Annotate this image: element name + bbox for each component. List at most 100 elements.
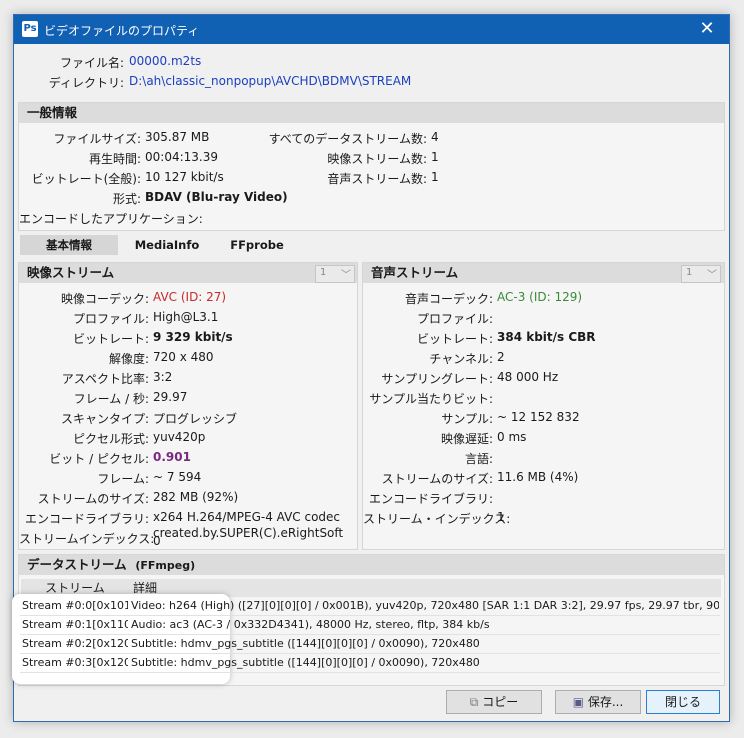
video-row-value: 282 MB (92%)	[153, 490, 239, 504]
audio-row-value: AC-3 (ID: 129)	[497, 290, 583, 304]
video-row-value: 0.901	[153, 450, 191, 464]
window-title: ビデオファイルのプロパティ	[44, 24, 200, 38]
tab-basic-info[interactable]: 基本情報	[20, 235, 118, 255]
save-icon: ▣	[572, 695, 585, 709]
stream-detail-cell: Audio: ac3 (AC-3 / 0x332D4341), 48000 Hz…	[131, 618, 490, 631]
video-row-label: ストリームインデックス:	[19, 532, 155, 546]
video-row-value: プログレッシブ	[153, 412, 238, 426]
info-value: 1	[431, 150, 439, 164]
audio-row-value: 2	[497, 350, 505, 364]
info-value: 00:04:13.39	[145, 150, 218, 164]
audio-row-label: プロファイル:	[416, 312, 493, 326]
info-label: すべてのデータストリーム数:	[268, 132, 427, 146]
section-title: 音声ストリーム	[363, 263, 724, 283]
video-row-value: x264 H.264/MPEG-4 AVC codec	[153, 510, 341, 524]
video-row-label: ピクセル形式:	[72, 432, 149, 446]
copy-button-label: コピー	[482, 695, 519, 709]
video-row-value: AVC (ID: 27)	[153, 290, 227, 304]
info-value: 305.87 MB	[145, 130, 210, 144]
info-label: 再生時間:	[88, 152, 141, 166]
video-row-label: エンコードライブラリ:	[24, 512, 149, 526]
audio-row-value: 0 ms	[497, 430, 527, 444]
directory-label: ディレクトリ:	[48, 76, 124, 90]
chevron-down-icon: ﹀	[707, 270, 717, 281]
video-row-label: ビット / ピクセル:	[49, 452, 149, 466]
filename-label: ファイル名:	[59, 56, 124, 70]
audio-row-value: ~ 12 152 832	[497, 410, 580, 424]
stream-table-row[interactable]: Stream #0:0[0x1011]Video: h264 (High) ([…	[20, 597, 720, 616]
audio-stream-select[interactable]: 1 ﹀	[681, 265, 721, 283]
stream-id-cell: Stream #0:3[0x120...	[22, 656, 128, 669]
info-value: BDAV (Blu-ray Video)	[145, 190, 288, 204]
audio-row-label: ストリームのサイズ:	[381, 472, 493, 486]
video-row-value: High@L3.1	[153, 310, 219, 324]
stream-id-cell: Stream #0:0[0x1011]	[22, 599, 128, 612]
filename-value: 00000.m2ts	[129, 54, 202, 68]
audio-row-label: エンコードライブラリ:	[368, 492, 493, 506]
chevron-down-icon: ﹀	[341, 270, 351, 281]
audio-row-label: サンプル当たりビット:	[369, 392, 493, 406]
video-row-value: yuv420p	[153, 430, 206, 444]
stream-detail-cell: Subtitle: hdmv_pgs_subtitle ([144][0][0]…	[131, 637, 480, 650]
audio-row-value: 11.6 MB (4%)	[497, 470, 579, 484]
stream-table-row[interactable]: Stream #0:2[0x120...Subtitle: hdmv_pgs_s…	[20, 635, 720, 654]
video-row-label: ストリームのサイズ:	[37, 492, 149, 506]
info-label: 映像ストリーム数:	[327, 152, 427, 166]
stream-id-cell: Stream #0:1[0x110...	[22, 618, 128, 631]
video-row-label: アスペクト比率:	[61, 372, 149, 386]
video-row-value: ~ 7 594	[153, 470, 202, 484]
audio-row-value: 48 000 Hz	[497, 370, 559, 384]
section-title: 一般情報	[19, 103, 724, 123]
audio-row-value: 384 kbit/s CBR	[497, 330, 596, 344]
video-row-label: 映像コーデック:	[60, 292, 149, 306]
video-row-label: ビットレート:	[72, 332, 149, 346]
save-button[interactable]: ▣ 保存...	[555, 690, 641, 714]
save-button-label: 保存...	[587, 695, 624, 709]
video-row-label: スキャンタイプ:	[60, 412, 149, 426]
audio-row-label: 映像遅延:	[440, 432, 493, 446]
section-title: 映像ストリーム	[19, 263, 357, 283]
tab-mediainfo[interactable]: MediaInfo	[120, 235, 214, 255]
video-row-value: 29.97	[153, 390, 188, 404]
section-subtitle: (FFmpeg)	[135, 559, 196, 572]
audio-row-label: サンプリングレート:	[381, 372, 493, 386]
info-label: エンコードしたアプリケーション:	[19, 212, 203, 226]
audio-stream-section: 音声ストリーム 1 ﹀ 音声コーデック: AC-3 (ID: 129) プロファイル:…	[362, 262, 725, 550]
audio-row-value: 1	[497, 510, 505, 524]
info-label: 形式:	[112, 192, 141, 206]
info-value: 4	[431, 130, 439, 144]
stream-table-row[interactable]: Stream #0:1[0x110...Audio: ac3 (AC-3 / 0…	[20, 616, 720, 635]
close-button[interactable]: 閉じる	[646, 690, 720, 714]
close-icon[interactable]: ✕	[685, 15, 729, 44]
info-value: 1	[431, 170, 439, 184]
video-stream-index-value: 0	[153, 534, 161, 548]
video-row-value: created.by.SUPER(C).eRightSoft	[153, 526, 344, 540]
info-label: 音声ストリーム数:	[327, 172, 427, 186]
video-row-value: 720 x 480	[153, 350, 214, 364]
info-label: ビットレート(全般):	[31, 172, 141, 186]
video-stream-section: 映像ストリーム 1 ﹀ 映像コーデック: AVC (ID: 27) プロファイル: Hi…	[18, 262, 358, 550]
video-row-label: プロファイル:	[72, 312, 149, 326]
video-row-value: 3:2	[153, 370, 173, 384]
app-icon: Ps	[22, 21, 38, 37]
video-row-value: 9 329 kbit/s	[153, 330, 233, 344]
audio-row-label: 言語:	[464, 452, 493, 466]
info-value: 10 127 kbit/s	[145, 170, 224, 184]
audio-row-label: チャンネル:	[429, 352, 493, 366]
audio-row-label: ストリーム・インデックス:	[363, 512, 511, 526]
video-row-label: フレーム / 秒:	[73, 392, 149, 406]
video-stream-select[interactable]: 1 ﹀	[315, 265, 355, 283]
directory-link[interactable]: D:\ah\classic_nonpopup\AVCHD\BDMV\STREAM	[129, 74, 411, 88]
audio-row-label: サンプル:	[441, 412, 493, 426]
video-row-label: 解像度:	[108, 352, 149, 366]
audio-row-label: 音声コーデック:	[404, 292, 493, 306]
stream-table-row[interactable]: Stream #0:3[0x120...Subtitle: hdmv_pgs_s…	[20, 654, 720, 673]
copy-icon: ⧉	[469, 695, 479, 709]
tab-ffprobe[interactable]: FFprobe	[216, 235, 298, 255]
copy-button[interactable]: ⧉ コピー	[446, 690, 542, 714]
stream-id-cell: Stream #0:2[0x120...	[22, 637, 128, 650]
video-row-label: フレーム:	[97, 472, 149, 486]
general-info-section: 一般情報 ファイルサイズ: 305.87 MB 再生時間: 00:04:13.3…	[18, 102, 725, 231]
stream-detail-cell: Video: h264 (High) ([27][0][0][0] / 0x00…	[131, 599, 719, 612]
title-bar[interactable]: Ps ビデオファイルのプロパティ ✕	[14, 15, 729, 44]
